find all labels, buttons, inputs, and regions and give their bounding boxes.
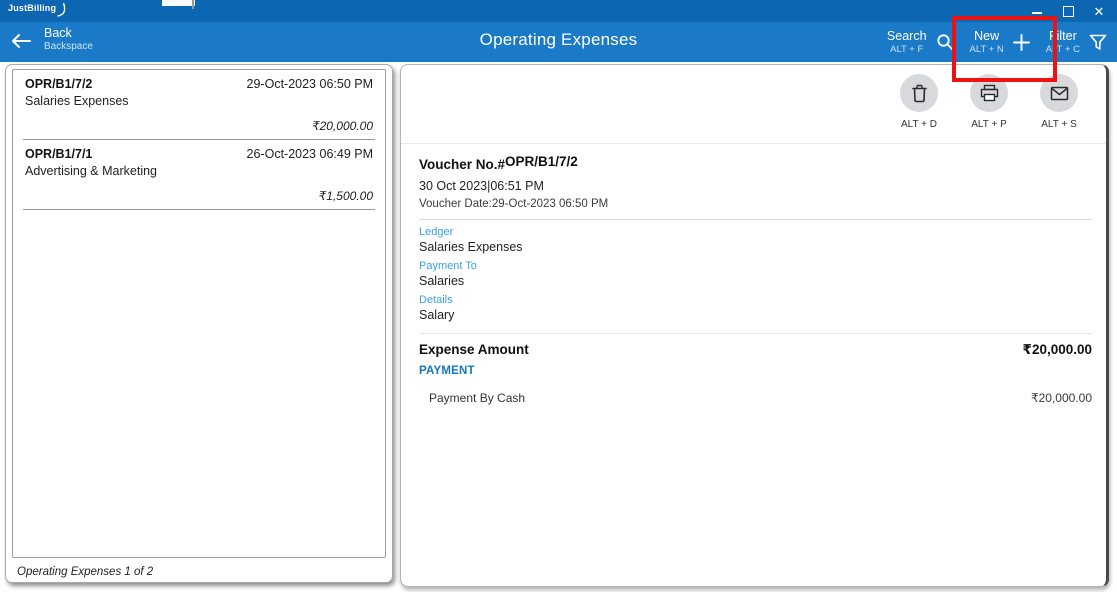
new-shortcut: ALT + N xyxy=(970,44,1004,56)
back-arrow-icon xyxy=(10,33,32,49)
filter-label: Filter xyxy=(1049,29,1077,44)
back-button[interactable]: Back Backspace xyxy=(10,25,93,53)
back-label: Back xyxy=(44,25,93,41)
details-label: Details xyxy=(419,294,1092,306)
expense-amount-label: Expense Amount xyxy=(419,342,529,358)
voucher-number-line: Voucher No.#OPR/B1/7/2 xyxy=(419,157,1092,172)
filter-icon xyxy=(1089,34,1107,51)
voucher-datetime: 29-Oct-2023 06:50 PM xyxy=(247,77,373,91)
voucher-list-panel: OPR/B1/7/2 29-Oct-2023 06:50 PM Salaries… xyxy=(5,64,393,583)
voucher-amount: ₹1,500.00 xyxy=(25,189,373,206)
envelope-icon xyxy=(1050,86,1069,101)
details-value: Salary xyxy=(419,308,1092,322)
background-window-edge xyxy=(192,0,194,9)
payment-to-value: Salaries xyxy=(419,274,1092,288)
header-actions: Search ALT + F New ALT + N Filter ALT + … xyxy=(887,22,1107,62)
filter-shortcut: ALT + C xyxy=(1046,44,1080,56)
payment-to-label: Payment To xyxy=(419,260,1092,272)
voucher-number-value: OPR/B1/7/2 xyxy=(505,154,578,169)
voucher-date: Voucher Date:29-Oct-2023 06:50 PM xyxy=(419,198,1092,210)
ledger-value: Salaries Expenses xyxy=(419,240,1092,254)
app-logo: JustBilling xyxy=(8,3,67,17)
window-controls: ✕ xyxy=(1031,0,1105,22)
voucher-id: OPR/B1/7/2 xyxy=(25,77,92,91)
pagination-status: Operating Expenses 1 of 2 xyxy=(17,566,153,578)
trash-icon xyxy=(911,84,928,103)
ledger-label: Ledger xyxy=(419,226,1092,238)
expense-amount-value: ₹20,000.00 xyxy=(1023,342,1092,358)
maximize-icon[interactable] xyxy=(1062,4,1074,18)
divider xyxy=(419,333,1092,334)
header: Operating Expenses Back Backspace Search… xyxy=(0,22,1117,62)
delete-button[interactable]: ALT + D xyxy=(884,74,954,130)
back-shortcut: Backspace xyxy=(44,41,93,53)
print-shortcut: ALT + P xyxy=(954,119,1024,130)
filter-button[interactable]: Filter ALT + C xyxy=(1046,29,1107,56)
voucher-number-label: Voucher No.# xyxy=(419,157,505,172)
detail-action-buttons: ALT + D ALT + P ALT + S xyxy=(884,74,1094,130)
voucher-ledger: Salaries Expenses xyxy=(25,94,373,108)
printer-icon xyxy=(980,84,999,102)
expense-amount-row: Expense Amount ₹20,000.00 xyxy=(419,342,1092,358)
payment-amount: ₹20,000.00 xyxy=(1031,391,1092,405)
payment-row: Payment By Cash ₹20,000.00 xyxy=(419,391,1092,405)
search-button[interactable]: Search ALT + F xyxy=(887,29,954,56)
divider xyxy=(419,219,1092,220)
new-button[interactable]: New ALT + N xyxy=(970,29,1030,56)
new-label: New xyxy=(974,29,999,44)
close-icon[interactable]: ✕ xyxy=(1093,4,1105,18)
voucher-detail-panel: ALT + D ALT + P ALT + S xyxy=(400,64,1109,587)
voucher-list[interactable]: OPR/B1/7/2 29-Oct-2023 06:50 PM Salaries… xyxy=(12,69,386,558)
voucher-datetime: 26-Oct-2023 06:49 PM xyxy=(247,147,373,161)
logo-swoosh-icon xyxy=(57,2,67,17)
send-shortcut: ALT + S xyxy=(1024,119,1094,130)
minimize-icon[interactable] xyxy=(1031,4,1043,18)
voucher-ledger: Advertising & Marketing xyxy=(25,164,373,178)
payment-section-label: PAYMENT xyxy=(419,365,1092,377)
search-label: Search xyxy=(887,29,927,44)
send-email-button[interactable]: ALT + S xyxy=(1024,74,1094,130)
background-notch xyxy=(162,0,195,6)
payment-method: Payment By Cash xyxy=(419,391,525,405)
voucher-list-item[interactable]: OPR/B1/7/2 29-Oct-2023 06:50 PM Salaries… xyxy=(23,70,375,140)
plus-icon xyxy=(1013,34,1030,51)
search-icon xyxy=(936,33,954,51)
voucher-detail: Voucher No.#OPR/B1/7/2 30 Oct 2023|06:51… xyxy=(419,155,1092,405)
search-shortcut: ALT + F xyxy=(890,44,923,56)
voucher-id: OPR/B1/7/1 xyxy=(25,147,92,161)
section-divider xyxy=(401,143,1106,144)
created-datetime: 30 Oct 2023|06:51 PM xyxy=(419,179,1092,193)
voucher-amount: ₹20,000.00 xyxy=(25,119,373,136)
print-button[interactable]: ALT + P xyxy=(954,74,1024,130)
app-logo-text: JustBilling xyxy=(8,3,56,13)
delete-shortcut: ALT + D xyxy=(884,119,954,130)
voucher-list-item[interactable]: OPR/B1/7/1 26-Oct-2023 06:49 PM Advertis… xyxy=(23,140,375,210)
